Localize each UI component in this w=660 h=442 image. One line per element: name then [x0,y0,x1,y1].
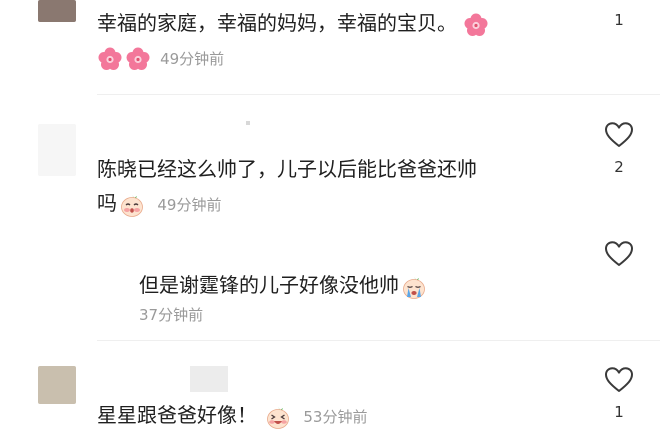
flower-emoji-icon [126,47,150,70]
username[interactable] [246,121,250,125]
reply-text-body: 但是谢霆锋的儿子好像没他帅 [139,273,399,297]
like-count: 2 [614,158,624,176]
comment-meta: 49分钟前 [97,44,224,72]
username[interactable] [190,366,228,392]
comment-text-body: 星星跟爸爸好像！ [97,403,257,427]
laughing-face-emoji-icon [267,406,289,429]
comment-text: 陈晓已经这么帅了，儿子以后能比爸爸还帅 [97,152,477,186]
comment-text-body: 幸福的家庭，幸福的妈妈，幸福的宝贝。 [97,11,457,35]
avatar[interactable] [38,366,76,404]
avatar[interactable] [38,0,76,22]
comment-text-line2: 吗 49分钟前 [97,186,221,222]
comment-time: 53分钟前 [303,407,368,426]
reply-text: 但是谢霆锋的儿子好像没他帅 [139,268,427,302]
comment-text: 星星跟爸爸好像！ 53分钟前 [97,398,367,434]
heart-outline-icon[interactable] [604,121,634,149]
flower-emoji-icon [464,13,488,36]
heart-outline-icon[interactable] [604,240,634,268]
divider [97,94,660,95]
comment-text: 幸福的家庭，幸福的妈妈，幸福的宝贝。 [97,6,489,40]
like-count: 1 [614,11,624,29]
flower-emoji-icon [98,47,122,70]
comment-time: 49分钟前 [157,195,222,214]
crying-face-emoji-icon [403,276,425,299]
reply-time: 37分钟前 [139,306,204,324]
comment-text-body: 陈晓已经这么帅了，儿子以后能比爸爸还帅 [97,157,477,181]
avatar[interactable] [38,124,76,176]
divider [97,340,660,341]
like-count: 1 [614,403,624,421]
blushing-face-emoji-icon [121,194,143,217]
heart-outline-icon[interactable] [604,366,634,394]
comment-text-body: 吗 [97,191,117,215]
comment-time: 49分钟前 [160,49,225,68]
